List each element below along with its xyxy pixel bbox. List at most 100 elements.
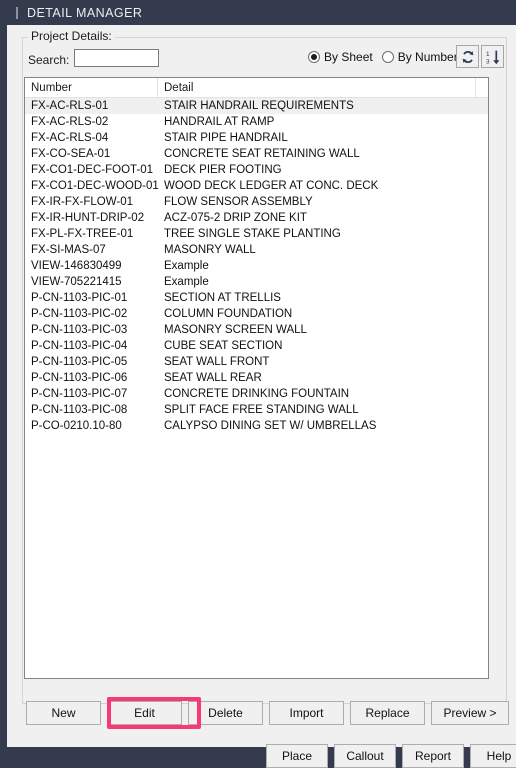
secondary-action-bar: Place Callout Report Help [266,744,516,768]
help-button[interactable]: Help [470,744,516,768]
cell-detail: CONCRETE DRINKING FOUNTAIN [164,388,350,400]
cell-number: P-CN-1103-PIC-08 [31,404,128,416]
table-row[interactable]: P-CN-1103-PIC-03 MASONRY SCREEN WALL [25,322,488,338]
details-listbox[interactable]: Number Detail FX-AC-RLS-01 STAIR HANDRAIL… [24,77,489,679]
column-header-detail[interactable]: Detail [158,78,476,97]
refresh-button[interactable] [456,45,479,68]
table-row[interactable]: P-CN-1103-PIC-08 SPLIT FACE FREE STANDING… [25,402,488,418]
list-header: Number Detail [25,78,488,98]
cell-number: FX-CO1-DEC-WOOD-01 [31,180,159,192]
cell-detail: CONCRETE SEAT RETAINING WALL [164,148,360,160]
cell-detail: CALYPSO DINING SET W/ UMBRELLAS [164,420,377,432]
table-row[interactable]: P-CN-1103-PIC-02 COLUMN FOUNDATION [25,306,488,322]
cell-detail: SPLIT FACE FREE STANDING WALL [164,404,359,416]
column-header-number[interactable]: Number [25,78,158,97]
cell-detail: DECK PIER FOOTING [164,164,282,176]
primary-action-bar: New Edit Delete Import Replace Preview > [26,701,516,725]
svg-text:1: 1 [486,51,490,58]
cell-number: FX-CO-SEA-01 [31,148,111,160]
cell-detail: Example [164,260,209,272]
cell-detail: Example [164,276,209,288]
cell-number: P-CN-1103-PIC-05 [31,356,128,368]
table-row[interactable]: FX-AC-RLS-01 STAIR HANDRAIL REQUIREMENTS [25,98,488,114]
cell-number: P-CN-1103-PIC-04 [31,340,128,352]
import-button[interactable]: Import [269,701,344,725]
report-button[interactable]: Report [402,744,464,768]
table-row[interactable]: FX-CO1-DEC-WOOD-01 WOOD DECK LEDGER AT CO… [25,178,488,194]
cell-number: P-CN-1103-PIC-02 [31,308,128,320]
table-row[interactable]: VIEW-146830499 Example [25,258,488,274]
cell-number: FX-IR-FX-FLOW-01 [31,196,134,208]
cell-number: P-CO-0210.10-80 [31,420,122,432]
cell-number: VIEW-146830499 [31,260,122,272]
table-row[interactable]: P-CN-1103-PIC-04 CUBE SEAT SECTION [25,338,488,354]
table-row[interactable]: FX-AC-RLS-02 HANDRAIL AT RAMP [25,114,488,130]
cell-number: VIEW-705221415 [31,276,122,288]
cell-detail: SEAT WALL REAR [164,372,262,384]
sort-button[interactable]: 1 3 [481,45,504,68]
cell-detail: FLOW SENSOR ASSEMBLY [164,196,313,208]
title-bar[interactable]: DETAIL MANAGER [7,0,516,25]
cell-number: FX-AC-RLS-04 [31,132,109,144]
preview-button[interactable]: Preview > [431,701,509,725]
table-row[interactable]: P-CN-1103-PIC-01 SECTION AT TRELLIS [25,290,488,306]
callout-button[interactable]: Callout [334,744,396,768]
table-row[interactable]: FX-PL-FX-TREE-01 TREE SINGLE STAKE PLANTI… [25,226,488,242]
cell-detail: SECTION AT TRELLIS [164,292,281,304]
project-details-label: Project Details: [28,29,115,43]
radio-by-sheet[interactable]: By Sheet [308,50,373,64]
table-row[interactable]: FX-CO1-DEC-FOOT-01 DECK PIER FOOTING [25,162,488,178]
cell-detail: HANDRAIL AT RAMP [164,116,275,128]
refresh-icon [462,50,473,63]
cell-number: P-CN-1103-PIC-06 [31,372,128,384]
cell-number: FX-CO1-DEC-FOOT-01 [31,164,154,176]
cell-number: P-CN-1103-PIC-03 [31,324,128,336]
search-input[interactable] [74,49,159,67]
place-button[interactable]: Place [266,744,328,768]
drag-handle-icon[interactable] [14,6,23,20]
sort-numeric-descending-icon: 1 3 [486,50,499,65]
table-row[interactable]: P-CN-1103-PIC-05 SEAT WALL FRONT [25,354,488,370]
table-row[interactable]: FX-SI-MAS-07 MASONRY WALL [25,242,488,258]
window-title: DETAIL MANAGER [27,5,143,20]
radio-by-number-label: By Number [397,50,458,64]
cell-detail: MASONRY SCREEN WALL [164,324,307,336]
radio-by-sheet-label: By Sheet [324,50,373,64]
delete-button[interactable]: Delete [188,701,263,725]
client-area: Project Details: Search: By Sheet By Num… [14,25,516,768]
table-row[interactable]: VIEW-705221415 Example [25,274,488,290]
search-label: Search: [28,53,70,67]
cell-detail: STAIR HANDRAIL REQUIREMENTS [164,100,354,112]
table-row[interactable]: FX-CO-SEA-01 CONCRETE SEAT RETAINING WALL [25,146,488,162]
cell-number: FX-SI-MAS-07 [31,244,106,256]
cell-detail: STAIR PIPE HANDRAIL [164,132,288,144]
edit-button[interactable]: Edit [107,701,182,725]
cell-detail: COLUMN FOUNDATION [164,308,293,320]
radio-by-number-indicator[interactable] [381,51,394,63]
cell-detail: MASONRY WALL [164,244,256,256]
cell-number: P-CN-1103-PIC-01 [31,292,128,304]
cell-number: FX-IR-HUNT-DRIP-02 [31,212,145,224]
cell-number: P-CN-1103-PIC-07 [31,388,128,400]
table-row[interactable]: P-CN-1103-PIC-07 CONCRETE DRINKING FOUNTA… [25,386,488,402]
radio-by-sheet-indicator[interactable] [308,51,320,63]
cell-detail: TREE SINGLE STAKE PLANTING [164,228,341,240]
view-mode-radio-group: By Sheet By Number [308,50,458,64]
cell-detail: ACZ-075-2 DRIP ZONE KIT [164,212,307,224]
cell-number: FX-PL-FX-TREE-01 [31,228,134,240]
table-row[interactable]: FX-IR-HUNT-DRIP-02 ACZ-075-2 DRIP ZONE KI… [25,210,488,226]
svg-text:3: 3 [486,58,490,65]
table-row[interactable]: P-CO-0210.10-80 CALYPSO DINING SET W/ UMB… [25,418,488,434]
table-row[interactable]: P-CN-1103-PIC-06 SEAT WALL REAR [25,370,488,386]
cell-detail: SEAT WALL FRONT [164,356,270,368]
radio-by-number[interactable]: By Number [381,50,458,64]
replace-button[interactable]: Replace [350,701,425,725]
cell-number: FX-AC-RLS-01 [31,100,109,112]
table-row[interactable]: FX-AC-RLS-04 STAIR PIPE HANDRAIL [25,130,488,146]
detail-manager-window: DETAIL MANAGER Project Details: Search: … [0,0,516,768]
list-rows: FX-AC-RLS-01 STAIR HANDRAIL REQUIREMENTS F… [25,98,488,434]
cell-number: FX-AC-RLS-02 [31,116,109,128]
cell-detail: CUBE SEAT SECTION [164,340,283,352]
new-button[interactable]: New [26,701,101,725]
table-row[interactable]: FX-IR-FX-FLOW-01 FLOW SENSOR ASSEMBLY [25,194,488,210]
